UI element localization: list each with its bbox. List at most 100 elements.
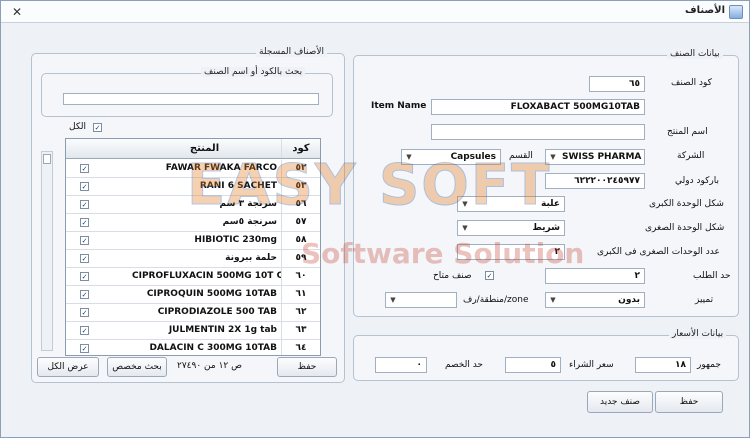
barcode-label: باركود دولي [675,176,719,186]
save-button[interactable]: حفظ [655,391,723,413]
row-checkbox-cell: ✓ [66,214,104,231]
item-code-field[interactable]: ٦٥ [589,76,645,92]
chevron-down-icon: ▼ [462,224,468,232]
minor-unit-value: شريط [532,223,560,233]
table-row[interactable]: ٦٣ JULMENTIN 2X 1g tab ✓ [66,322,320,340]
table-row[interactable]: ٦٢ CIPRODIAZOLE 500 TAB ✓ [66,304,320,322]
row-checkbox[interactable]: ✓ [80,290,89,299]
minor-unit-label: شكل الوحدة الصغرى [645,223,725,233]
row-code: ٥٦ [295,199,307,209]
row-checkbox[interactable]: ✓ [80,326,89,335]
row-checkbox[interactable]: ✓ [80,272,89,281]
chevron-down-icon: ▼ [390,296,396,304]
item-data-title: بيانات الصنف [667,49,723,59]
public-price-label: جمهور [697,360,721,370]
purchase-price-label: سعر الشراء [569,360,614,370]
grid-save-button[interactable]: حفظ [277,357,337,377]
row-code: ٦٠ [295,271,307,281]
distinction-value: بدون [618,295,640,305]
minor-count-field[interactable]: ٢ [457,244,565,260]
table-row[interactable]: ٥٣ RANI 6 SACHET ✓ [66,178,320,196]
row-checkbox[interactable]: ✓ [80,200,89,209]
row-code: ٦٣ [295,325,307,335]
table-row[interactable]: ٥٨ HIBIOTIC 230mg ✓ [66,232,320,250]
window-title: الأصناف [685,5,725,16]
row-checkbox-cell: ✓ [66,232,104,249]
row-product-name: FAWAR FWAKA FARCO [132,160,282,177]
chevron-down-icon: ▼ [550,153,556,161]
show-all-button[interactable]: عرض الكل [37,357,99,377]
row-checkbox-cell: ✓ [66,304,104,321]
row-checkbox[interactable]: ✓ [80,344,89,353]
row-checkbox-cell: ✓ [66,250,104,267]
row-product-name: حلمة ببرونة [132,250,282,267]
item-code-label: كود الصنف [671,78,712,88]
company-select[interactable]: ▼ SWISS PHARMA [545,149,645,165]
row-checkbox[interactable]: ✓ [80,218,89,227]
discount-limit-field[interactable]: ٠ [375,357,427,373]
search-input[interactable] [63,93,319,105]
app-icon [729,5,743,19]
table-row[interactable]: ٦٤ DALACIN C 300MG 10TAB ✓ [66,340,320,355]
row-product-name: سرنجة ٥سم [132,214,282,231]
row-code: ٥٩ [295,253,307,263]
row-checkbox[interactable]: ✓ [80,236,89,245]
table-row[interactable]: ٥٦ سرنجة ٣ سم ✓ [66,196,320,214]
row-checkbox-cell: ✓ [66,268,104,285]
row-product-name: CIPROFLUXACIN 500MG 10T OR... [132,268,282,285]
table-row[interactable]: ٥٧ سرنجة ٥سم ✓ [66,214,320,232]
table-row[interactable]: ٥٩ حلمة ببرونة ✓ [66,250,320,268]
row-checkbox[interactable]: ✓ [80,182,89,191]
row-checkbox-cell: ✓ [66,286,104,303]
reorder-field[interactable]: ٢ [545,268,645,284]
public-price-field[interactable]: ١٨ [635,357,691,373]
row-code: ٦١ [295,289,307,299]
row-product-name: RANI 6 SACHET [132,178,282,195]
minor-unit-select[interactable]: ▼ شريط [457,220,565,236]
select-all-label: الكل [69,122,87,132]
product-name-label: اسم المنتج [667,127,708,137]
row-product-name: CIPROQUIN 500MG 10TAB [132,286,282,303]
row-code: ٦٢ [295,307,307,317]
row-checkbox[interactable]: ✓ [80,308,89,317]
items-grid: كود المنتج ٥٢ FAWAR FWAKA FARCO ✓ ٥٣ RANI 6 … [65,138,321,356]
scrollbar-thumb[interactable] [43,154,51,164]
column-header-product[interactable]: المنتج [132,139,282,158]
row-product-name: JULMENTIN 2X 1g tab [132,322,282,339]
major-unit-label: شكل الوحدة الكبرى [649,199,724,209]
item-name-field[interactable]: FLOXABACT 500MG10TAB [431,99,645,115]
major-unit-value: علبة [541,199,560,209]
row-code: ٥٨ [295,235,307,245]
minor-count-label: عدد الوحدات الصغرى فى الكبرى [597,247,720,257]
available-label: صنف متاح [433,271,472,281]
product-name-field[interactable] [431,124,645,140]
purchase-price-field[interactable]: ٥ [505,357,561,373]
available-checkbox[interactable]: ✓ [485,271,494,280]
table-row[interactable]: ٥٢ FAWAR FWAKA FARCO ✓ [66,160,320,178]
row-code: ٥٧ [295,217,307,227]
row-checkbox-cell: ✓ [66,340,104,355]
new-item-button[interactable]: صنف جديد [587,391,653,413]
table-row[interactable]: ٦٠ CIPROFLUXACIN 500MG 10T OR... ✓ [66,268,320,286]
row-checkbox-cell: ✓ [66,322,104,339]
registered-items-title: الأصناف المسجلة [256,47,328,57]
row-code: ٥٣ [295,181,307,191]
row-product-name: CIPRODIAZOLE 500 TAB [132,304,282,321]
distinction-select[interactable]: ▼ بدون [545,292,645,308]
table-row[interactable]: ٦١ CIPROQUIN 500MG 10TAB ✓ [66,286,320,304]
select-all-checkbox[interactable]: ✓ [93,123,102,132]
barcode-field[interactable]: ٦٢٢٢٠٠٢٤٥٩٧٧ [545,173,645,189]
chevron-down-icon: ▼ [550,296,556,304]
row-code: ٥٢ [295,163,307,173]
custom-search-button[interactable]: بحث مخصص [107,357,167,377]
row-checkbox[interactable]: ✓ [80,254,89,263]
items-grid-scrollbar[interactable] [41,151,53,351]
major-unit-select[interactable]: ▼ علبة [457,196,565,212]
category-select[interactable]: ▼ Capsules [401,149,501,165]
row-checkbox[interactable]: ✓ [80,164,89,173]
row-code: ٦٤ [295,343,307,353]
column-header-code[interactable]: كود [283,139,319,158]
category-value: Capsules [450,152,496,162]
zone-select[interactable]: ▼ [385,292,457,308]
close-icon[interactable]: ✕ [9,4,25,20]
